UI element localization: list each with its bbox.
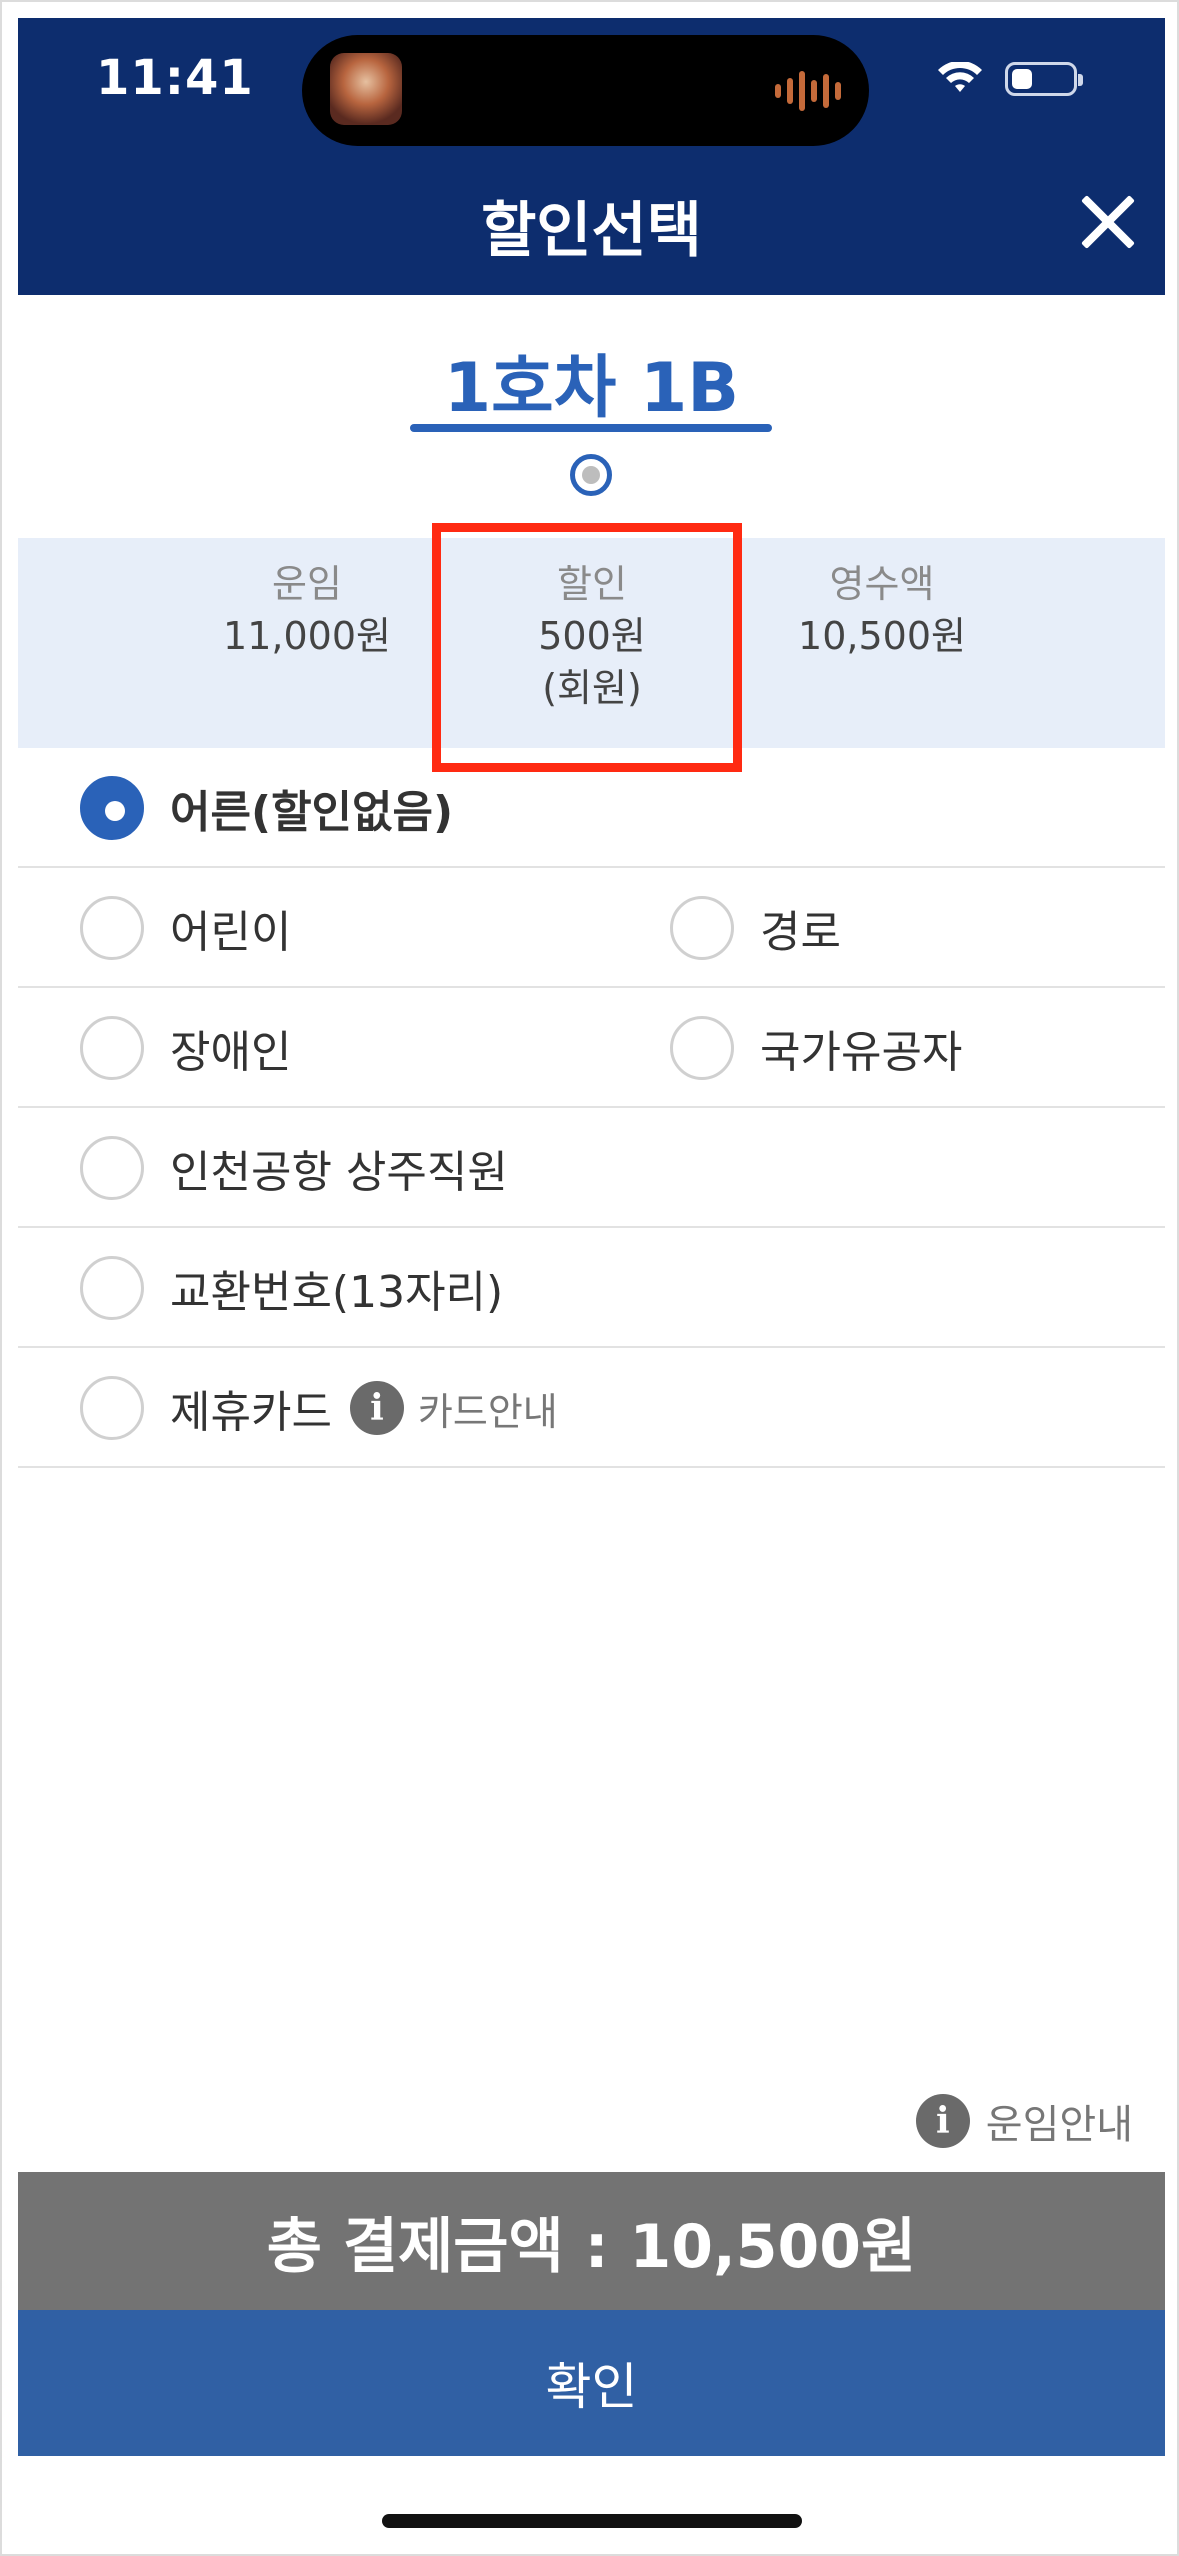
info-icon[interactable]: i xyxy=(915,2094,970,2148)
receipt-column: 영수액 10,500원 xyxy=(762,558,1002,662)
info-icon[interactable]: i xyxy=(349,1381,404,1435)
option-label: 교환번호(13자리) xyxy=(170,1267,504,1318)
option-adult[interactable]: 어른(할인없음) xyxy=(80,776,453,840)
receipt-label: 영수액 xyxy=(829,562,935,606)
highlight-box xyxy=(432,523,742,772)
option-row: 어른(할인없음) xyxy=(18,748,1165,868)
option-row: 제휴카드 i 카드안내 xyxy=(18,1348,1165,1468)
option-disabled[interactable]: 장애인 xyxy=(80,1016,291,1080)
option-label: 제휴카드 xyxy=(170,1387,332,1438)
option-child[interactable]: 어린이 xyxy=(80,896,291,960)
seat-label[interactable]: 1호차 1B xyxy=(2,332,1179,431)
option-veteran[interactable]: 국가유공자 xyxy=(670,1016,962,1080)
option-label: 국가유공자 xyxy=(760,1027,963,1078)
option-label: 어른(할인없음) xyxy=(170,787,454,838)
radio-icon[interactable] xyxy=(80,1256,144,1320)
audio-wave-icon xyxy=(775,69,841,113)
page-title: 할인선택 xyxy=(481,196,702,266)
dynamic-island xyxy=(302,35,869,146)
option-row: 장애인 국가유공자 xyxy=(18,988,1165,1108)
card-guide-link[interactable]: 카드안내 xyxy=(418,1381,558,1436)
screen: 11:41 할인선택 1호차 1B 운임 11,000원 할인 500원 (회원… xyxy=(0,0,1179,2556)
option-row: 교환번호(13자리) xyxy=(18,1228,1165,1348)
close-icon[interactable] xyxy=(1080,194,1136,250)
radio-icon[interactable] xyxy=(80,1376,144,1440)
radio-icon[interactable] xyxy=(670,1016,734,1080)
option-label: 어린이 xyxy=(170,907,292,958)
radio-icon[interactable] xyxy=(670,896,734,960)
radio-icon[interactable] xyxy=(80,1016,144,1080)
radio-icon[interactable] xyxy=(80,1136,144,1200)
option-senior[interactable]: 경로 xyxy=(670,896,841,960)
fare-column: 운임 11,000원 xyxy=(187,558,427,662)
option-row: 어린이 경로 xyxy=(18,868,1165,988)
radio-icon[interactable] xyxy=(80,896,144,960)
radio-checked-icon[interactable] xyxy=(80,776,144,840)
option-label: 경로 xyxy=(760,907,841,958)
option-exchange-number[interactable]: 교환번호(13자리) xyxy=(80,1256,503,1320)
fare-guide-link[interactable]: i 운임안내 xyxy=(915,2092,1133,2150)
option-label: 인천공항 상주직원 xyxy=(170,1147,508,1198)
option-airport-staff[interactable]: 인천공항 상주직원 xyxy=(80,1136,508,1200)
home-indicator[interactable] xyxy=(382,2514,802,2528)
confirm-button[interactable]: 확인 xyxy=(18,2310,1165,2456)
page-indicator-dot xyxy=(570,454,612,496)
fare-guide-label: 운임안내 xyxy=(985,2102,1133,2148)
seat-tab-underline xyxy=(410,424,772,432)
wifi-icon xyxy=(938,62,982,92)
fare-value: 11,000원 xyxy=(223,614,391,658)
option-partner-card[interactable]: 제휴카드 i 카드안내 xyxy=(80,1376,558,1440)
option-row: 인천공항 상주직원 xyxy=(18,1108,1165,1228)
fare-label: 운임 xyxy=(272,562,342,606)
status-icons xyxy=(937,62,1083,96)
battery-icon xyxy=(1005,62,1083,96)
option-label: 장애인 xyxy=(170,1027,292,1078)
total-amount-bar: 총 결제금액 : 10,500원 xyxy=(18,2172,1165,2310)
now-playing-thumbnail xyxy=(330,53,402,125)
receipt-value: 10,500원 xyxy=(798,614,966,658)
status-time: 11:41 xyxy=(96,50,254,106)
